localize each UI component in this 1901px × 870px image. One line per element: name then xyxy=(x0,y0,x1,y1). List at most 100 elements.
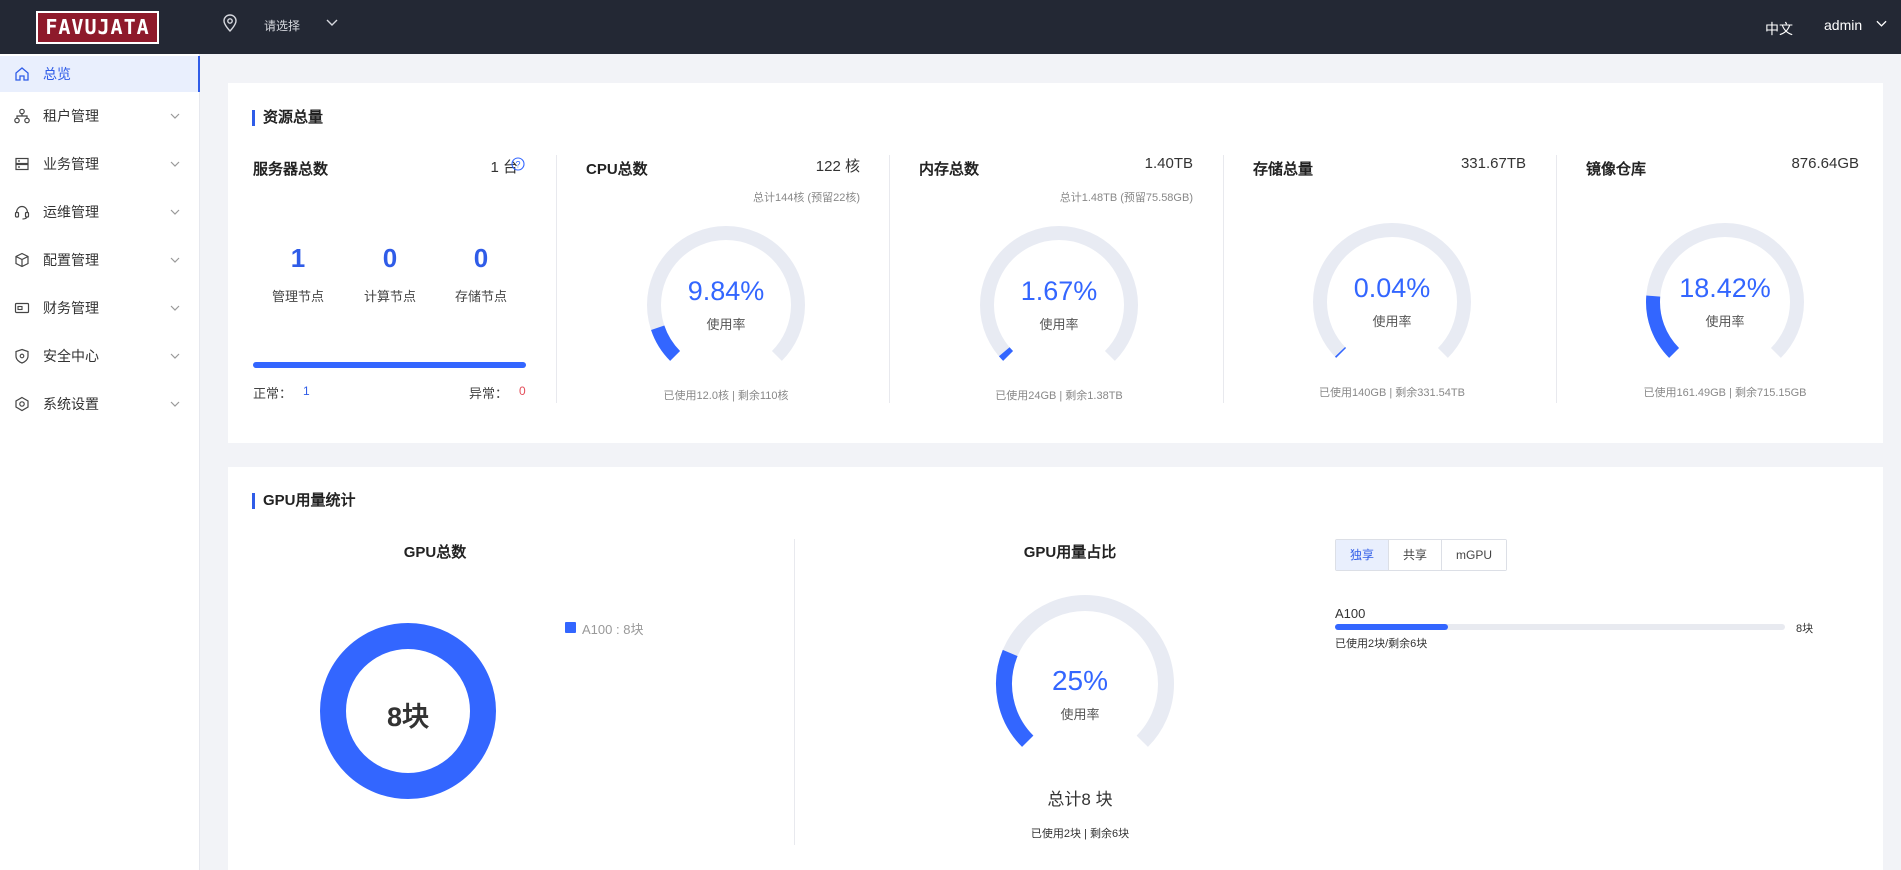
cpu-foot: 已使用12.0核 | 剩余110核 xyxy=(663,390,789,402)
gpu-model-bar xyxy=(1335,624,1785,630)
gpu-percent: 25% xyxy=(1051,665,1109,696)
divider xyxy=(889,155,890,403)
tab-mgpu[interactable]: mGPU xyxy=(1442,540,1507,570)
cpu-usage-label: 使用率 xyxy=(706,317,746,332)
tab-exclusive[interactable]: 独享 xyxy=(1336,540,1390,570)
resources-panel: 资源总量 服务器总数 1 台 ? 1 管理节点 0 计算节点 0 存储节点 正常… xyxy=(228,83,1883,443)
gpu-usage-title: GPU用量占比 xyxy=(1023,544,1117,561)
sidebar-item-label: 业务管理 xyxy=(43,156,99,172)
registry-title: 镜像仓库 xyxy=(1586,161,1647,178)
chevron-down-icon xyxy=(170,257,180,263)
chevron-down-icon xyxy=(170,305,180,311)
storage-title: 存储总量 xyxy=(1253,161,1314,178)
memory-value: 1.40TB xyxy=(1144,155,1193,172)
sidebar-item-label: 运维管理 xyxy=(43,204,99,220)
logo-text: FAVUJATA xyxy=(38,13,157,42)
chevron-down-icon xyxy=(170,161,180,167)
registry-percent: 18.42% xyxy=(1679,273,1771,303)
cube-icon xyxy=(15,252,29,268)
divider xyxy=(794,539,795,845)
logo[interactable]: FAVUJATA xyxy=(36,11,159,44)
node-count: 1 xyxy=(290,243,306,273)
legend-swatch xyxy=(565,622,576,633)
headset-icon xyxy=(14,205,30,220)
sidebar-item-overview[interactable]: 总览 xyxy=(0,56,200,92)
chevron-down-icon[interactable] xyxy=(326,19,338,27)
svg-text:?: ? xyxy=(515,160,520,170)
location-pin-icon[interactable] xyxy=(222,14,238,32)
registry-foot: 已使用161.49GB | 剩余715.15GB xyxy=(1643,387,1807,399)
chevron-down-icon[interactable] xyxy=(1876,20,1887,28)
servers-value: 1 台 xyxy=(490,159,518,176)
chevron-down-icon xyxy=(170,209,180,215)
storage-value: 331.67TB xyxy=(1460,155,1526,172)
node-label: 管理节点 xyxy=(271,289,324,304)
node-label: 存储节点 xyxy=(454,289,507,304)
sidebar: 总览 租户管理 业务管理 运维管理 配置管理 财务管理 安全中心 系统设置 xyxy=(0,54,200,870)
chevron-down-icon xyxy=(170,353,180,359)
section-title: GPU用量统计 xyxy=(252,493,356,509)
language-switch[interactable]: 中文 xyxy=(1765,19,1793,39)
sidebar-item-security[interactable]: 安全中心 xyxy=(0,338,200,374)
storage-gauge-fill xyxy=(1334,346,1347,358)
abnormal-label: 异常： xyxy=(469,386,509,401)
server-icon xyxy=(15,157,29,171)
registry-usage-label: 使用率 xyxy=(1705,314,1745,329)
sidebar-item-label: 系统设置 xyxy=(43,396,99,412)
legend-label: A100 : 8块 xyxy=(582,622,644,637)
sidebar-item-label: 安全中心 xyxy=(43,348,99,364)
normal-value: 1 xyxy=(303,384,310,398)
location-select[interactable]: 请选择 xyxy=(264,17,300,34)
shield-icon xyxy=(15,348,29,364)
gpu-model-name: A100 xyxy=(1335,606,1366,621)
tab-shared[interactable]: 共享 xyxy=(1389,540,1443,570)
gpu-model-total: 8块 xyxy=(1796,623,1814,635)
gpu-usage-label: 使用率 xyxy=(1060,707,1100,722)
gpu-panel: GPU用量统计 GPU总数 8块 A100 : 8块 GPU用量占比 25% 使… xyxy=(228,467,1883,870)
sidebar-item-business[interactable]: 业务管理 xyxy=(0,146,200,182)
sidebar-item-ops[interactable]: 运维管理 xyxy=(0,194,200,230)
abnormal-value: 0 xyxy=(519,384,526,398)
memory-percent: 1.67% xyxy=(1020,276,1098,306)
gpu-total-title: GPU总数 xyxy=(403,544,467,561)
cpu-sub: 总计144核 (预留22核) xyxy=(753,192,860,204)
registry-value: 876.64GB xyxy=(1791,155,1859,172)
sidebar-item-label: 租户管理 xyxy=(43,108,99,124)
divider xyxy=(1556,155,1557,403)
memory-usage-label: 使用率 xyxy=(1039,317,1079,332)
org-chart-icon xyxy=(14,108,30,124)
gpu-total-text: 总计8 块 xyxy=(1047,790,1113,809)
user-menu[interactable]: admin xyxy=(1824,17,1862,33)
gpu-model-bar-fill xyxy=(1335,624,1448,630)
chevron-down-icon xyxy=(170,401,180,407)
memory-title: 内存总数 xyxy=(919,161,980,178)
gpu-total-center: 8块 xyxy=(386,702,430,732)
wallet-icon xyxy=(14,302,30,314)
storage-foot: 已使用140GB | 剩余331.54TB xyxy=(1319,387,1465,399)
server-status-bar-fill xyxy=(253,362,526,368)
memory-foot: 已使用24GB | 剩余1.38TB xyxy=(995,390,1123,402)
node-count: 0 xyxy=(382,243,398,273)
divider xyxy=(1223,155,1224,403)
sidebar-item-finance[interactable]: 财务管理 xyxy=(0,290,200,326)
sidebar-item-system[interactable]: 系统设置 xyxy=(0,386,200,422)
sidebar-item-config[interactable]: 配置管理 xyxy=(0,242,200,278)
chevron-down-icon xyxy=(170,113,180,119)
cpu-title: CPU总数 xyxy=(586,161,648,178)
server-status-bar xyxy=(253,362,526,368)
legend-name: A100 xyxy=(582,622,613,637)
normal-label: 正常： xyxy=(253,386,293,401)
help-icon[interactable]: ? xyxy=(511,157,525,171)
home-icon xyxy=(15,67,29,81)
storage-percent: 0.04% xyxy=(1353,273,1431,303)
memory-sub: 总计1.48TB (预留75.58GB) xyxy=(1059,192,1193,204)
gpu-foot: 已使用2块 | 剩余6块 xyxy=(1030,828,1130,840)
sidebar-item-tenants[interactable]: 租户管理 xyxy=(0,98,200,134)
legend-value: 8块 xyxy=(623,622,644,637)
cpu-value: 122 核 xyxy=(815,158,860,175)
gpu-mode-tabs: 独享 共享 mGPU xyxy=(1335,539,1508,571)
section-title: 资源总量 xyxy=(252,110,323,126)
sidebar-item-label: 配置管理 xyxy=(43,252,99,268)
sidebar-item-label: 总览 xyxy=(43,66,71,82)
top-bar: FAVUJATA 请选择 中文 admin xyxy=(0,0,1901,54)
